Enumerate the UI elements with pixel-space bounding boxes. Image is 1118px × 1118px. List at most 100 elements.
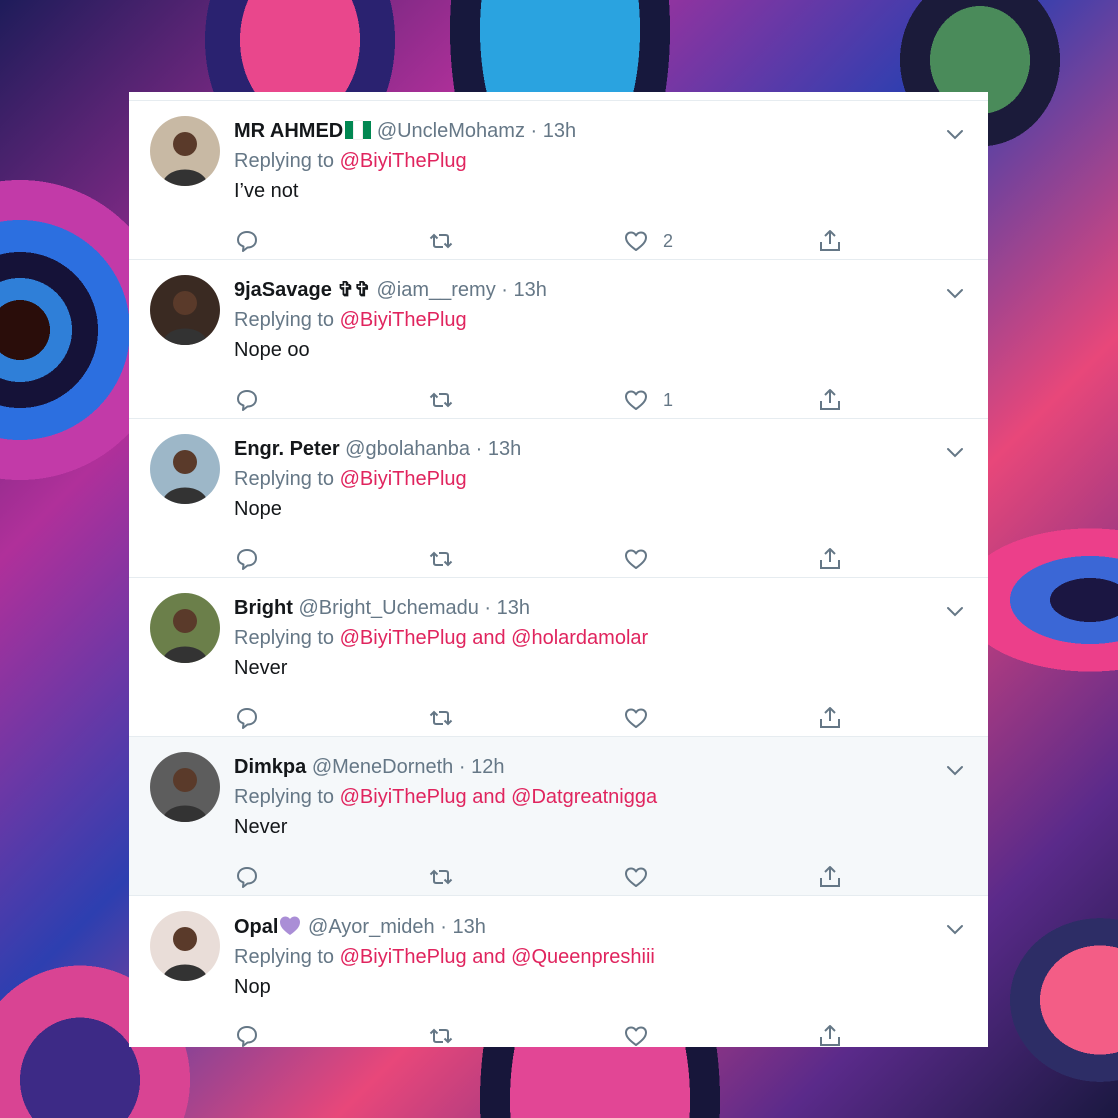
chevron-down-icon[interactable] [946, 924, 964, 936]
tweet-actions [234, 546, 854, 572]
timestamp[interactable]: 13h [543, 120, 576, 142]
tweet-content: Opal @Ayor_mideh · 13h Replying to @Biyi… [234, 914, 968, 999]
tweet-content: Dimkpa @MeneDorneth · 12h Replying to @B… [234, 755, 968, 839]
avatar[interactable] [150, 911, 220, 981]
tweet-content: Engr. Peter @gbolahanba · 13h Replying t… [234, 437, 968, 521]
display-name[interactable]: Dimkpa [234, 756, 306, 778]
retweet-button[interactable] [428, 387, 454, 413]
reply-button[interactable] [234, 387, 260, 413]
tweet-actions [234, 1023, 854, 1047]
reply-button[interactable] [234, 546, 260, 572]
like-button[interactable] [623, 1023, 663, 1047]
tweet-header: MR AHMED @UncleMohamz · 13h [234, 119, 968, 143]
reply-mention-link[interactable]: @BiyiThePlug [340, 786, 467, 808]
reply-mention-link[interactable]: @BiyiThePlug [340, 946, 467, 968]
reply-tweet[interactable]: Bright @Bright_Uchemadu · 13h Replying t… [129, 578, 988, 737]
reply-list: MR AHMED @UncleMohamz · 13h Replying to … [129, 101, 988, 1047]
tweet-text: I’ve not [234, 180, 299, 202]
timestamp[interactable]: 12h [471, 756, 504, 778]
user-handle[interactable]: @gbolahanba [345, 438, 470, 460]
timestamp[interactable]: 13h [514, 279, 547, 301]
speech-bubble-icon [237, 1026, 257, 1047]
reply-tweet[interactable]: MR AHMED @UncleMohamz · 13h Replying to … [129, 101, 988, 260]
share-icon [820, 389, 840, 410]
share-icon [820, 548, 840, 569]
share-button[interactable] [817, 546, 843, 572]
avatar[interactable] [150, 116, 220, 186]
reply-button[interactable] [234, 705, 260, 731]
reply-button[interactable] [234, 1023, 260, 1047]
display-name[interactable]: Opal [234, 916, 278, 938]
like-button[interactable] [623, 705, 663, 731]
display-name[interactable]: 9jaSavage ✞✞ [234, 279, 371, 301]
timestamp[interactable]: 13h [452, 916, 485, 938]
replies-card: MR AHMED @UncleMohamz · 13h Replying to … [129, 92, 988, 1047]
chevron-down-icon[interactable] [946, 288, 964, 300]
avatar[interactable] [150, 752, 220, 822]
chevron-down-icon[interactable] [946, 129, 964, 141]
like-button[interactable]: 2 [623, 228, 673, 254]
retweet-icon [429, 233, 453, 249]
reply-tweet[interactable]: 9jaSavage ✞✞ @iam__remy · 13h Replying t… [129, 260, 988, 419]
share-button[interactable] [817, 705, 843, 731]
card-top-divider [129, 92, 988, 101]
retweet-button[interactable] [428, 228, 454, 254]
chevron-down-icon[interactable] [946, 765, 964, 777]
avatar[interactable] [150, 275, 220, 345]
like-button[interactable] [623, 864, 663, 890]
avatar[interactable] [150, 593, 220, 663]
reply-button[interactable] [234, 864, 260, 890]
user-handle[interactable]: @UncleMohamz [377, 120, 525, 142]
retweet-button[interactable] [428, 1023, 454, 1047]
retweet-button[interactable] [428, 546, 454, 572]
reply-mention-link-2[interactable]: @Datgreatnigga [511, 786, 657, 808]
reply-mention-link[interactable]: @BiyiThePlug [340, 627, 467, 649]
user-handle[interactable]: @iam__remy [377, 279, 496, 301]
tweet-header: Opal @Ayor_mideh · 13h [234, 914, 968, 939]
heart-icon [625, 231, 647, 251]
and-connector: and [466, 946, 512, 968]
user-handle[interactable]: @Ayor_mideh [308, 916, 435, 938]
replying-to-line: Replying to @BiyiThePlug [234, 149, 968, 173]
and-connector: and [466, 786, 512, 808]
like-button[interactable]: 1 [623, 387, 673, 413]
tweet-header: 9jaSavage ✞✞ @iam__remy · 13h [234, 278, 968, 302]
chevron-down-icon[interactable] [946, 606, 964, 618]
chevron-down-icon[interactable] [946, 447, 964, 459]
reply-tweet[interactable]: Opal @Ayor_mideh · 13h Replying to @Biyi… [129, 896, 988, 1047]
retweet-button[interactable] [428, 705, 454, 731]
timestamp[interactable]: 13h [497, 597, 530, 619]
reply-tweet[interactable]: Engr. Peter @gbolahanba · 13h Replying t… [129, 419, 988, 578]
tweet-text: Nope [234, 498, 282, 520]
user-handle[interactable]: @MeneDorneth [312, 756, 453, 778]
retweet-icon [429, 1028, 453, 1044]
replying-to-label: Replying to [234, 627, 335, 649]
share-icon [820, 866, 840, 887]
reply-button[interactable] [234, 228, 260, 254]
separator-dot: · [530, 120, 538, 142]
reply-mention-link[interactable]: @BiyiThePlug [340, 150, 467, 172]
display-name[interactable]: MR AHMED [234, 120, 343, 142]
user-handle[interactable]: @Bright_Uchemadu [298, 597, 478, 619]
reply-mention-link[interactable]: @BiyiThePlug [340, 309, 467, 331]
display-name[interactable]: Bright [234, 597, 293, 619]
reply-tweet[interactable]: Dimkpa @MeneDorneth · 12h Replying to @B… [129, 737, 988, 896]
reply-mention-link-2[interactable]: @holardamolar [511, 627, 648, 649]
avatar[interactable] [150, 434, 220, 504]
tweet-actions [234, 705, 854, 731]
display-name[interactable]: Engr. Peter [234, 438, 340, 460]
speech-bubble-icon [237, 708, 257, 729]
tweet-content: 9jaSavage ✞✞ @iam__remy · 13h Replying t… [234, 278, 968, 362]
share-button[interactable] [817, 228, 843, 254]
timestamp[interactable]: 13h [488, 438, 521, 460]
retweet-button[interactable] [428, 864, 454, 890]
separator-dot: · [501, 279, 508, 301]
heart-icon [625, 867, 647, 887]
share-button[interactable] [817, 387, 843, 413]
share-button[interactable] [817, 1023, 843, 1047]
like-count: 2 [663, 230, 674, 251]
reply-mention-link-2[interactable]: @Queenpreshiii [511, 946, 655, 968]
like-button[interactable] [623, 546, 663, 572]
reply-mention-link[interactable]: @BiyiThePlug [340, 468, 467, 490]
share-button[interactable] [817, 864, 843, 890]
